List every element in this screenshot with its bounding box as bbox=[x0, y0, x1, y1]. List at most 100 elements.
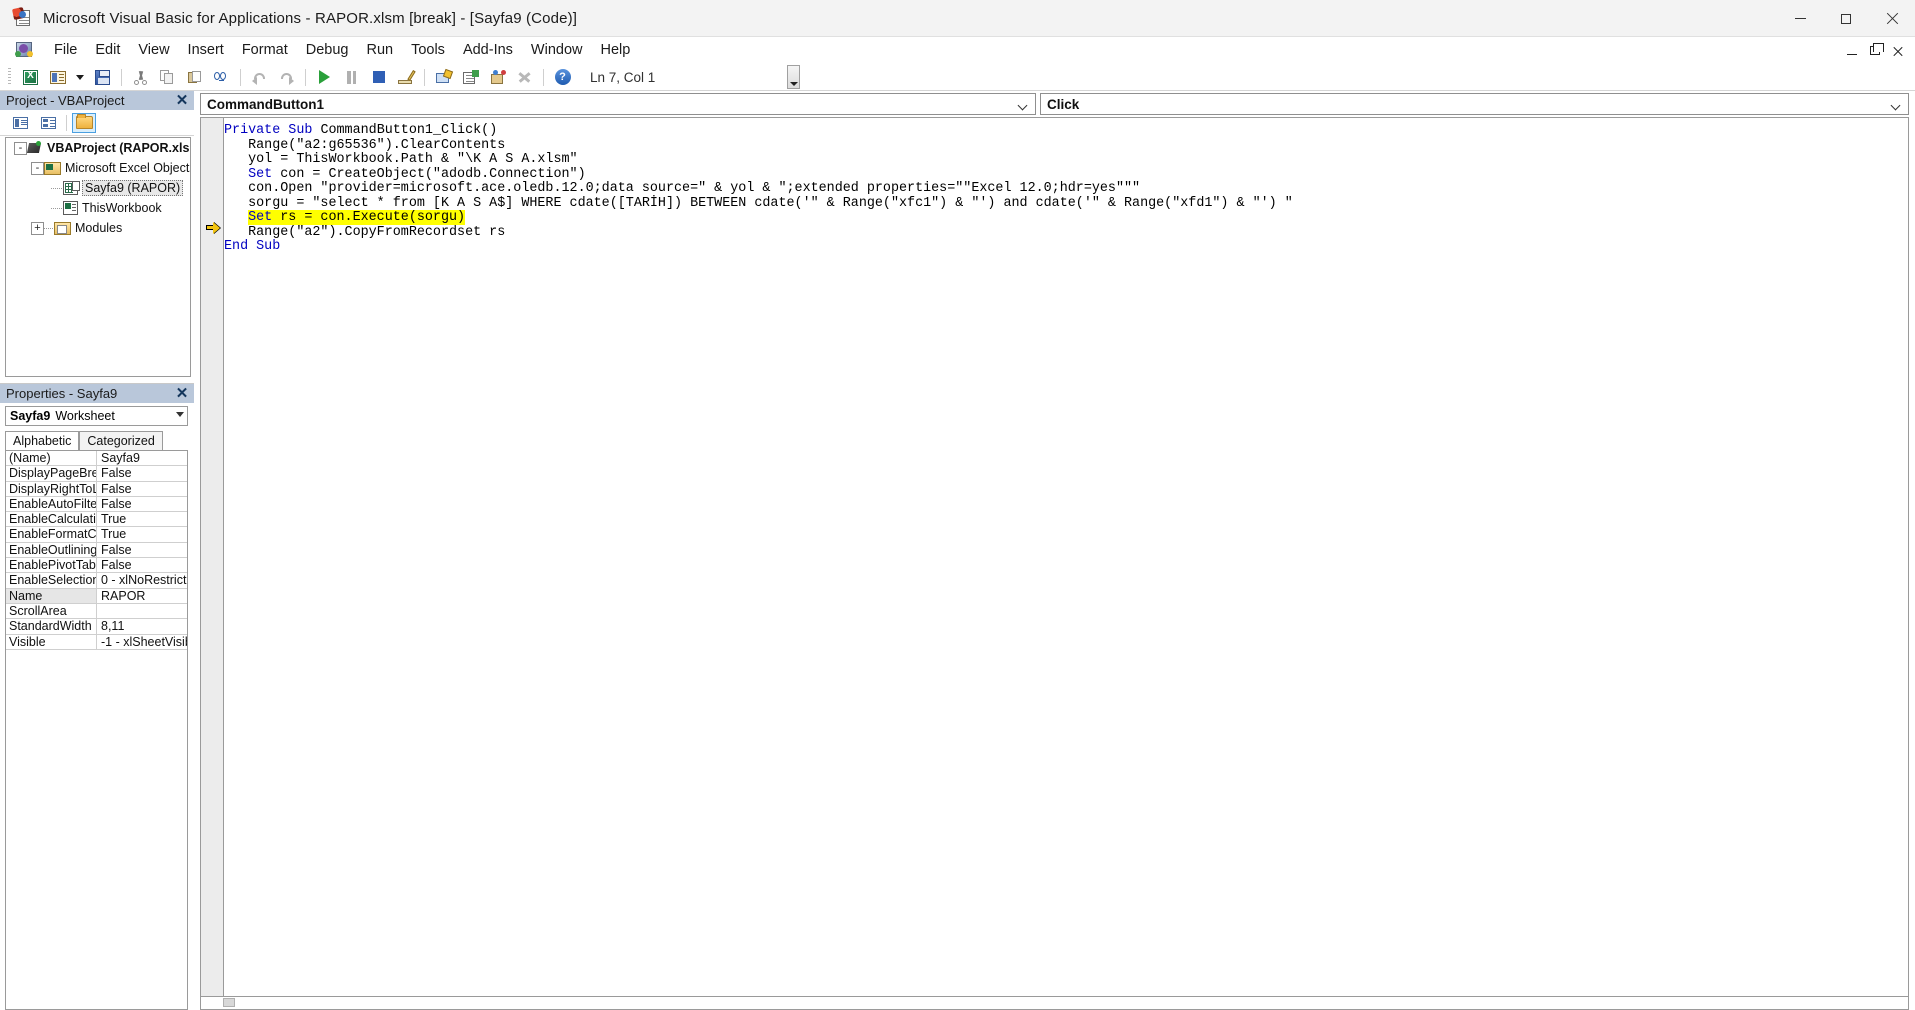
property-value[interactable]: -1 - xlSheetVisible bbox=[97, 635, 187, 649]
table-row[interactable]: EnableCalculation True bbox=[6, 512, 187, 528]
project-explorer-close-icon[interactable]: ✕ bbox=[175, 92, 189, 109]
redo-icon[interactable] bbox=[275, 66, 298, 88]
code-line: End Sub bbox=[224, 239, 281, 255]
table-row[interactable]: DisplayPageBreaks False bbox=[6, 466, 187, 482]
toolbar-overflow-button[interactable] bbox=[787, 65, 801, 89]
code-window: CommandButton1 Click Private Sub Command… bbox=[194, 91, 1915, 1010]
mdi-minimize-icon[interactable] bbox=[1847, 53, 1857, 55]
property-value[interactable]: False bbox=[97, 543, 187, 557]
excel-objects-folder-icon bbox=[44, 161, 61, 175]
help-icon[interactable]: ? bbox=[551, 66, 574, 88]
project-tree[interactable]: - VBAProject (RAPOR.xlsm) - Microsoft Ex… bbox=[5, 137, 191, 377]
menu-file[interactable]: File bbox=[45, 40, 86, 60]
mdi-close-icon[interactable] bbox=[1893, 46, 1903, 56]
menu-debug[interactable]: Debug bbox=[297, 40, 358, 60]
table-row[interactable]: StandardWidth 8,11 bbox=[6, 619, 187, 635]
code-editor[interactable]: Private Sub CommandButton1_Click() Range… bbox=[200, 117, 1909, 997]
project-explorer-icon[interactable] bbox=[432, 66, 455, 88]
chevron-down-icon[interactable] bbox=[176, 412, 184, 417]
chevron-down-icon[interactable] bbox=[1019, 101, 1028, 110]
property-value[interactable]: True bbox=[97, 527, 187, 541]
properties-grid[interactable]: (Name) Sayfa9 DisplayPageBreaks False Di… bbox=[5, 450, 188, 1010]
table-row[interactable]: EnableSelection 0 - xlNoRestriction bbox=[6, 573, 187, 589]
property-value[interactable]: False bbox=[97, 482, 187, 496]
insert-dropdown-icon[interactable] bbox=[73, 66, 87, 88]
code-line: sorgu = "select * from [K A S A$] WHERE … bbox=[224, 195, 1293, 211]
scrollbar-thumb[interactable] bbox=[223, 998, 235, 1007]
properties-title-bar: Properties - Sayfa9 ✕ bbox=[0, 384, 194, 403]
property-value[interactable]: False bbox=[97, 466, 187, 480]
table-row[interactable]: EnableFormatCondi True bbox=[6, 527, 187, 543]
table-row[interactable]: EnableOutlining False bbox=[6, 542, 187, 559]
margin-indicator-bar[interactable] bbox=[201, 118, 224, 996]
break-icon[interactable] bbox=[340, 66, 363, 88]
insert-userform-icon[interactable] bbox=[46, 66, 69, 88]
procedure-combo[interactable]: Click bbox=[1040, 93, 1909, 115]
object-combo[interactable]: CommandButton1 bbox=[200, 93, 1036, 115]
table-row[interactable]: Name RAPOR bbox=[6, 588, 187, 604]
find-icon[interactable] bbox=[210, 66, 233, 88]
menu-edit[interactable]: Edit bbox=[86, 40, 129, 60]
chevron-down-icon[interactable] bbox=[1892, 101, 1901, 110]
paste-icon[interactable] bbox=[183, 66, 206, 88]
tree-expander[interactable]: - bbox=[14, 141, 27, 155]
tree-expander[interactable]: - bbox=[31, 161, 44, 175]
code-text-area[interactable]: Private Sub CommandButton1_Click() Range… bbox=[224, 118, 1908, 996]
code-horizontal-scrollbar[interactable] bbox=[200, 997, 1909, 1010]
table-row[interactable]: EnableAutoFilter False bbox=[6, 496, 187, 513]
table-row[interactable]: DisplayRightToLeft False bbox=[6, 481, 187, 497]
table-row[interactable]: Visible -1 - xlSheetVisible bbox=[6, 634, 187, 650]
property-value[interactable]: True bbox=[97, 512, 187, 526]
menu-format[interactable]: Format bbox=[233, 40, 297, 60]
menu-tools[interactable]: Tools bbox=[402, 40, 454, 60]
minimize-button[interactable] bbox=[1777, 0, 1823, 37]
menu-insert[interactable]: Insert bbox=[179, 40, 233, 60]
workbook-icon bbox=[63, 201, 78, 215]
property-value[interactable]: RAPOR bbox=[97, 589, 187, 603]
table-row[interactable]: EnablePivotTable False bbox=[6, 558, 187, 574]
properties-object-combo[interactable]: Sayfa9 Worksheet bbox=[5, 406, 188, 426]
menu-window[interactable]: Window bbox=[522, 40, 592, 60]
property-name: (Name) bbox=[6, 451, 97, 466]
tree-item-thisworkbook[interactable]: ThisWorkbook bbox=[6, 198, 190, 218]
table-row[interactable]: ScrollArea bbox=[6, 603, 187, 620]
mdi-restore-icon[interactable] bbox=[1870, 43, 1884, 55]
tree-connector bbox=[51, 207, 63, 209]
properties-close-icon[interactable]: ✕ bbox=[175, 385, 189, 402]
toggle-folders-icon[interactable] bbox=[72, 112, 96, 133]
save-icon[interactable] bbox=[91, 66, 114, 88]
properties-window-icon[interactable] bbox=[459, 66, 482, 88]
menu-add-ins[interactable]: Add-Ins bbox=[454, 40, 522, 60]
property-value[interactable]: 0 - xlNoRestriction bbox=[97, 573, 187, 587]
toolbox-icon[interactable] bbox=[513, 66, 536, 88]
property-value[interactable]: False bbox=[97, 558, 187, 572]
menu-run[interactable]: Run bbox=[357, 40, 402, 60]
reset-icon[interactable] bbox=[367, 66, 390, 88]
cut-icon[interactable] bbox=[129, 66, 152, 88]
tree-item-sayfa9[interactable]: Sayfa9 (RAPOR) bbox=[6, 178, 190, 198]
table-row[interactable]: (Name) Sayfa9 bbox=[6, 451, 187, 467]
tab-categorized[interactable]: Categorized bbox=[79, 431, 163, 450]
design-mode-icon[interactable] bbox=[394, 66, 417, 88]
property-value[interactable]: False bbox=[97, 497, 187, 511]
copy-icon[interactable] bbox=[156, 66, 179, 88]
menu-view[interactable]: View bbox=[129, 40, 178, 60]
run-icon[interactable] bbox=[313, 66, 336, 88]
tree-item-vbaproject[interactable]: - VBAProject (RAPOR.xlsm) bbox=[6, 138, 190, 158]
view-code-icon[interactable] bbox=[8, 113, 32, 133]
view-object-icon[interactable] bbox=[36, 113, 60, 133]
maximize-button[interactable] bbox=[1823, 0, 1869, 37]
property-value[interactable]: Sayfa9 bbox=[97, 451, 187, 465]
undo-icon[interactable] bbox=[248, 66, 271, 88]
property-value[interactable]: 8,11 bbox=[97, 619, 187, 633]
toolbar-grip[interactable] bbox=[8, 68, 11, 86]
object-browser-icon[interactable] bbox=[486, 66, 509, 88]
close-button[interactable] bbox=[1869, 0, 1915, 37]
menu-help[interactable]: Help bbox=[592, 40, 640, 60]
tab-alphabetic[interactable]: Alphabetic bbox=[5, 431, 80, 450]
tree-item-modules[interactable]: + Modules bbox=[6, 218, 190, 238]
tree-expander[interactable]: + bbox=[31, 221, 44, 235]
view-excel-icon[interactable] bbox=[19, 66, 42, 88]
property-value[interactable] bbox=[97, 604, 187, 618]
tree-item-excel-objects[interactable]: - Microsoft Excel Objects bbox=[6, 158, 190, 178]
